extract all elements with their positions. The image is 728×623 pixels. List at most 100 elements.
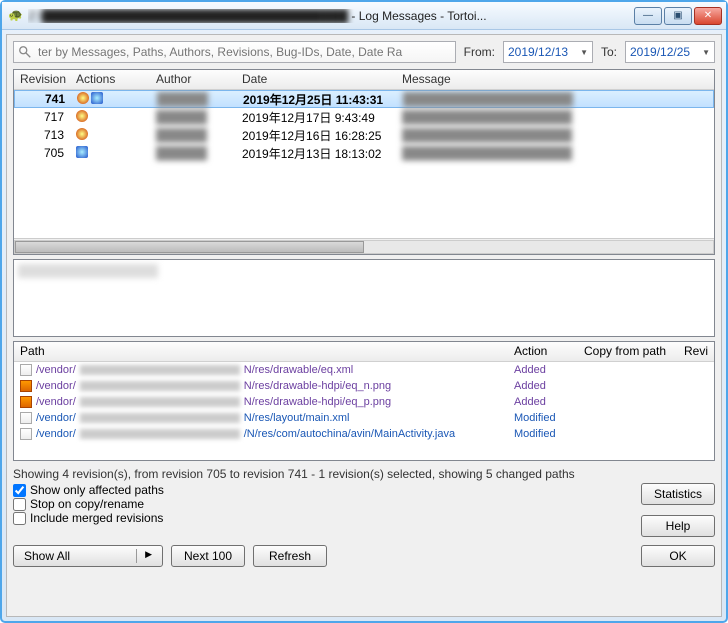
cell-actions bbox=[70, 126, 150, 145]
path-header[interactable]: Path Action Copy from path Revi bbox=[14, 342, 714, 362]
cell-copyfrom bbox=[578, 400, 678, 404]
window: 🐢 Z:\███████████████████████████████████… bbox=[0, 0, 728, 623]
check-affected-box[interactable] bbox=[13, 484, 26, 497]
cell-copyfrom bbox=[578, 416, 678, 420]
log-list: Revision Actions Author Date Message 741… bbox=[13, 69, 715, 255]
dropdown-icon: ▼ bbox=[702, 48, 710, 57]
show-all-label: Show All bbox=[24, 549, 70, 563]
action-red-icon bbox=[76, 110, 88, 122]
path-row[interactable]: /vendor/N/res/drawable-hdpi/eq_p.pngAdde… bbox=[14, 394, 714, 410]
action-blue-icon bbox=[91, 92, 103, 104]
file-icon bbox=[20, 412, 32, 424]
filter-box[interactable] bbox=[13, 41, 456, 63]
col-copyfrom[interactable]: Copy from path bbox=[578, 342, 678, 361]
path-blurred bbox=[80, 365, 240, 375]
path-row[interactable]: /vendor/N/res/drawable/eq.xmlAdded bbox=[14, 362, 714, 378]
refresh-button[interactable]: Refresh bbox=[253, 545, 327, 567]
search-icon bbox=[18, 45, 32, 59]
log-row[interactable]: 705██████2019年12月13日 18:13:02███████████… bbox=[14, 144, 714, 162]
action-red-icon bbox=[76, 128, 88, 140]
minimize-button[interactable]: — bbox=[634, 7, 662, 25]
title-suffix: - Log Messages - Tortoi... bbox=[348, 9, 487, 23]
cell-action: Added bbox=[508, 394, 578, 410]
path-panel: Path Action Copy from path Revi /vendor/… bbox=[13, 341, 715, 461]
cell-copyfrom bbox=[578, 384, 678, 388]
titlebar[interactable]: 🐢 Z:\███████████████████████████████████… bbox=[2, 2, 726, 30]
cell-action: Added bbox=[508, 362, 578, 378]
cell-rev bbox=[678, 432, 714, 436]
path-row[interactable]: /vendor/N/res/drawable-hdpi/eq_n.pngAdde… bbox=[14, 378, 714, 394]
file-icon bbox=[20, 428, 32, 440]
to-date[interactable]: 2019/12/25 ▼ bbox=[625, 41, 715, 63]
cell-path: /vendor/N/res/drawable/eq.xml bbox=[14, 362, 508, 378]
close-button[interactable]: ✕ bbox=[694, 7, 722, 25]
action-blue-icon bbox=[76, 146, 88, 158]
col-message[interactable]: Message bbox=[396, 70, 714, 89]
from-date[interactable]: 2019/12/13 ▼ bbox=[503, 41, 593, 63]
cell-date: 2019年12月13日 18:13:02 bbox=[236, 143, 396, 164]
statistics-button[interactable]: Statistics bbox=[641, 483, 715, 505]
path-list-body[interactable]: /vendor/N/res/drawable/eq.xmlAdded/vendo… bbox=[14, 362, 714, 460]
col-revision[interactable]: Revi bbox=[678, 342, 714, 361]
col-action[interactable]: Action bbox=[508, 342, 578, 361]
maximize-button[interactable]: ▣ bbox=[664, 7, 692, 25]
cell-author-blurred: ██████ bbox=[151, 90, 237, 108]
client-area: From: 2019/12/13 ▼ To: 2019/12/25 ▼ Revi… bbox=[6, 34, 722, 617]
horizontal-scrollbar[interactable] bbox=[14, 238, 714, 254]
check-merged-box[interactable] bbox=[13, 512, 26, 525]
cell-path: /vendor/N/res/drawable-hdpi/eq_n.png bbox=[14, 378, 508, 394]
col-revision[interactable]: Revision bbox=[14, 70, 70, 89]
help-button[interactable]: Help bbox=[641, 515, 715, 537]
cell-rev bbox=[678, 368, 714, 372]
log-row[interactable]: 713██████2019年12月16日 16:28:25███████████… bbox=[14, 126, 714, 144]
message-text-blurred bbox=[18, 264, 158, 278]
log-list-header[interactable]: Revision Actions Author Date Message bbox=[14, 70, 714, 90]
filter-input[interactable] bbox=[36, 44, 451, 60]
message-panel[interactable] bbox=[13, 259, 715, 337]
title-path-blurred: Z:\████████████████████████████████████ bbox=[28, 9, 348, 23]
next-100-button[interactable]: Next 100 bbox=[171, 545, 245, 567]
show-all-button[interactable]: Show All ▶ bbox=[13, 545, 163, 567]
check-merged[interactable]: Include merged revisions bbox=[13, 511, 641, 525]
cell-copyfrom bbox=[578, 432, 678, 436]
check-affected[interactable]: Show only affected paths bbox=[13, 483, 641, 497]
action-red-icon bbox=[77, 92, 89, 104]
path-row[interactable]: /vendor//N/res/com/autochina/avin/MainAc… bbox=[14, 426, 714, 442]
cell-revision: 717 bbox=[14, 108, 70, 126]
cell-rev bbox=[678, 384, 714, 388]
split-arrow-icon[interactable]: ▶ bbox=[136, 549, 152, 563]
cell-revision: 705 bbox=[14, 144, 70, 162]
bottom-area: Showing 4 revision(s), from revision 705… bbox=[13, 467, 715, 567]
cell-path: /vendor/N/res/layout/main.xml bbox=[14, 410, 508, 426]
path-row[interactable]: /vendor/N/res/layout/main.xmlModified bbox=[14, 410, 714, 426]
check-affected-label: Show only affected paths bbox=[30, 483, 164, 497]
cell-copyfrom bbox=[578, 368, 678, 372]
to-date-value: 2019/12/25 bbox=[630, 45, 690, 59]
cell-message-blurred: ████████████████████ bbox=[396, 108, 714, 126]
col-author[interactable]: Author bbox=[150, 70, 236, 89]
file-icon bbox=[20, 396, 32, 408]
cell-action: Added bbox=[508, 378, 578, 394]
check-stop-box[interactable] bbox=[13, 498, 26, 511]
log-list-body[interactable]: 741██████2019年12月25日 11:43:31███████████… bbox=[14, 90, 714, 238]
status-text: Showing 4 revision(s), from revision 705… bbox=[13, 467, 715, 481]
col-date[interactable]: Date bbox=[236, 70, 396, 89]
check-stop[interactable]: Stop on copy/rename bbox=[13, 497, 641, 511]
cell-rev bbox=[678, 416, 714, 420]
file-icon bbox=[20, 364, 32, 376]
path-blurred bbox=[80, 381, 240, 391]
col-path[interactable]: Path bbox=[14, 342, 508, 361]
from-label: From: bbox=[464, 45, 495, 59]
file-icon bbox=[20, 380, 32, 392]
ok-button[interactable]: OK bbox=[641, 545, 715, 567]
col-actions[interactable]: Actions bbox=[70, 70, 150, 89]
log-row[interactable]: 717██████2019年12月17日 9:43:49████████████… bbox=[14, 108, 714, 126]
check-merged-label: Include merged revisions bbox=[30, 511, 163, 525]
to-label: To: bbox=[601, 45, 617, 59]
log-row[interactable]: 741██████2019年12月25日 11:43:31███████████… bbox=[14, 90, 714, 108]
check-stop-label: Stop on copy/rename bbox=[30, 497, 144, 511]
app-icon: 🐢 bbox=[8, 8, 24, 24]
cell-author-blurred: ██████ bbox=[150, 108, 236, 126]
from-date-value: 2019/12/13 bbox=[508, 45, 568, 59]
cell-action: Modified bbox=[508, 410, 578, 426]
